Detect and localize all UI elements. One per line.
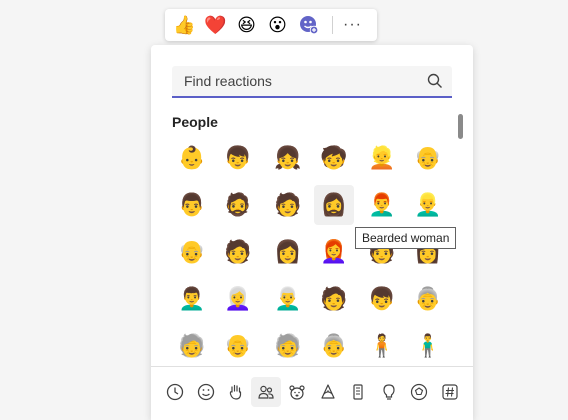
quick-reaction-bar: 👍 ❤️ 😆 😮 ··· — [165, 9, 377, 41]
emoji-cell[interactable]: 🧑 — [218, 232, 258, 272]
emoji-cell[interactable]: 👧 — [268, 138, 308, 178]
like-icon[interactable]: 👍 — [169, 9, 200, 41]
emoji-cell[interactable]: 👶 — [172, 138, 212, 178]
emoji-cell[interactable]: 👨‍🦳 — [268, 279, 308, 319]
emoji-cell[interactable]: 👱 — [362, 138, 402, 178]
emoji-cell[interactable]: 🧓 — [172, 326, 212, 366]
more-options-button[interactable]: ··· — [343, 9, 362, 41]
heart-icon[interactable]: ❤️ — [200, 9, 231, 41]
search-icon[interactable] — [427, 73, 443, 89]
emoji-cell[interactable]: 👴 — [172, 232, 212, 272]
emoji-cell[interactable]: 🧍‍♂️ — [408, 326, 448, 366]
emoji-cell[interactable]: 🧒 — [314, 138, 354, 178]
emoji-cell[interactable]: 👵 — [408, 279, 448, 319]
emoji-cell[interactable]: 👨‍🦰 — [362, 185, 402, 225]
activities-tab-icon[interactable] — [404, 377, 434, 407]
add-reaction-icon[interactable] — [293, 9, 324, 41]
emoji-cell[interactable]: 🧑 — [268, 185, 308, 225]
emoji-cell[interactable]: 👴 — [218, 326, 258, 366]
emoji-cell[interactable]: 👨 — [172, 185, 212, 225]
emoji-cell[interactable]: 👴 — [408, 138, 448, 178]
laugh-icon[interactable]: 😆 — [231, 9, 262, 41]
surprised-icon[interactable]: 😮 — [262, 9, 293, 41]
emoji-cell[interactable]: 👵 — [314, 326, 354, 366]
symbols-tab-icon[interactable] — [435, 377, 465, 407]
divider — [332, 16, 333, 34]
emoji-cell[interactable]: 🧔 — [218, 185, 258, 225]
emoji-cell[interactable]: 👩‍🦳 — [218, 279, 258, 319]
emoji-cell[interactable]: 👦 — [362, 279, 402, 319]
emoji-cell[interactable]: 👩‍🦰 — [314, 232, 354, 272]
category-tab-bar — [151, 366, 473, 420]
emoji-cell[interactable]: 👦 — [218, 138, 258, 178]
emoji-cell[interactable]: 👨‍🦱 — [172, 279, 212, 319]
emoji-cell[interactable]: 🧍 — [362, 326, 402, 366]
emoji-cell[interactable]: 👱‍♂️ — [408, 185, 448, 225]
travel-tab-icon[interactable] — [343, 377, 373, 407]
emoji-cell[interactable]: 🧑 — [314, 279, 354, 319]
recent-tab-icon[interactable] — [160, 377, 190, 407]
people-tab-icon[interactable] — [251, 377, 281, 407]
animals-tab-icon[interactable] — [282, 377, 312, 407]
search-input[interactable]: Find reactions — [184, 73, 272, 89]
emoji-cell[interactable]: 🧓 — [268, 326, 308, 366]
scrollbar-thumb[interactable] — [458, 114, 463, 139]
emoji-cell[interactable]: 👩 — [268, 232, 308, 272]
search-field[interactable]: Find reactions — [172, 66, 452, 98]
food-tab-icon[interactable] — [313, 377, 343, 407]
objects-tab-icon[interactable] — [374, 377, 404, 407]
emoji-cell[interactable]: 🧔‍♀️ — [314, 185, 354, 225]
emoji-tooltip: Bearded woman — [355, 227, 457, 249]
category-title: People — [172, 114, 218, 130]
smileys-tab-icon[interactable] — [191, 377, 221, 407]
hand-gestures-tab-icon[interactable] — [221, 377, 251, 407]
